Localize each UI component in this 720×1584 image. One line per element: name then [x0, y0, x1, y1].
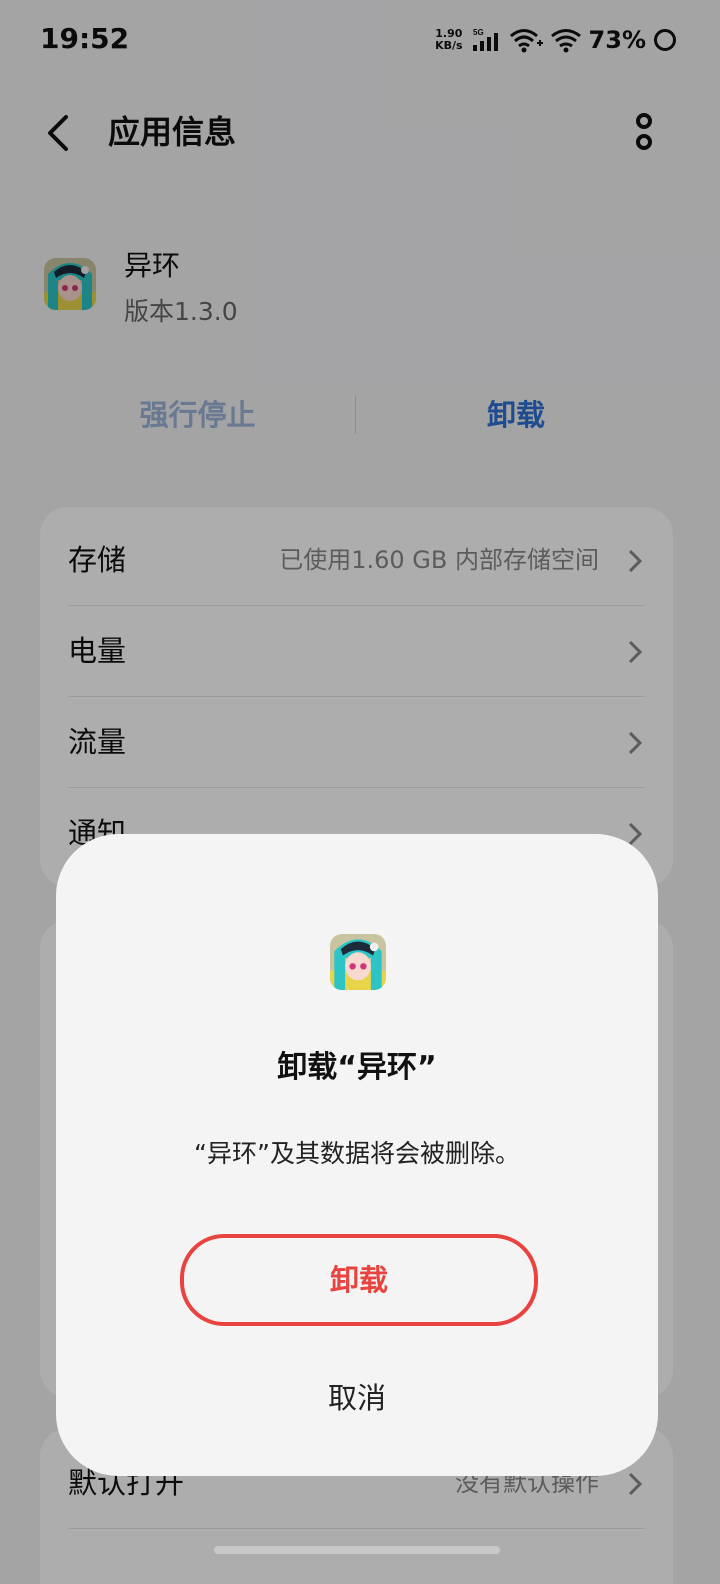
home-indicator[interactable] [214, 1546, 500, 1554]
uninstall-dialog: 卸载“异环” “异环”及其数据将会被删除。 卸载 取消 [56, 834, 658, 1476]
dialog-message: “异环”及其数据将会被删除。 [194, 1139, 520, 1168]
dialog-title: 卸载“异环” [277, 1050, 437, 1085]
confirm-uninstall-button[interactable]: 卸载 [180, 1234, 538, 1326]
app-info-screen: 19:52 1.90 KB/s 5G 73% 应用信息 异环 版本1.3.0 强… [0, 0, 720, 1584]
dialog-app-icon [330, 934, 386, 990]
cancel-button[interactable]: 取消 [257, 1366, 457, 1430]
